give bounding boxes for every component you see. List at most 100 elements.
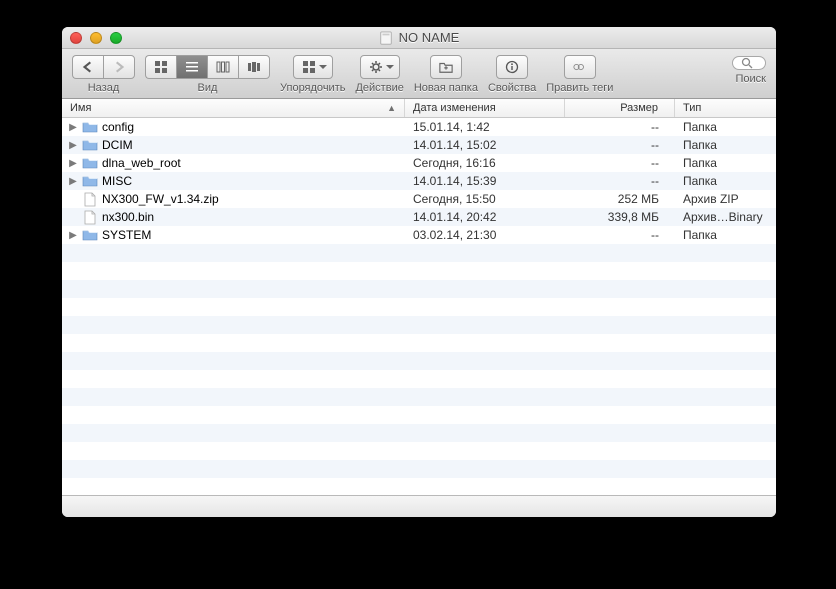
file-name: dlna_web_root — [102, 156, 181, 170]
file-size: -- — [565, 174, 675, 188]
edit-tags-button[interactable] — [564, 55, 596, 79]
disclosure-triangle-icon[interactable]: ▶ — [68, 140, 78, 151]
file-size: -- — [565, 120, 675, 134]
disclosure-triangle-icon[interactable]: ▶ — [68, 176, 78, 187]
table-row[interactable]: ▶config15.01.14, 1:42--Папка — [62, 118, 776, 136]
table-row — [62, 478, 776, 495]
gear-icon — [369, 60, 383, 74]
view-icons-button[interactable] — [145, 55, 176, 79]
table-row — [62, 352, 776, 370]
file-name: nx300.bin — [102, 210, 154, 224]
action-button[interactable] — [360, 55, 400, 79]
file-type: Папка — [675, 156, 776, 170]
table-row[interactable]: ▶dlna_web_rootСегодня, 16:16--Папка — [62, 154, 776, 172]
zoom-button[interactable] — [110, 32, 122, 44]
file-name: DCIM — [102, 138, 133, 152]
search-label: Поиск — [736, 73, 766, 85]
table-row — [62, 262, 776, 280]
minimize-button[interactable] — [90, 32, 102, 44]
file-date: 14.01.14, 20:42 — [405, 210, 565, 224]
arrange-button[interactable] — [293, 55, 333, 79]
file-list[interactable]: ▶config15.01.14, 1:42--Папка▶DCIM14.01.1… — [62, 118, 776, 495]
traffic-lights — [70, 32, 122, 44]
back-button[interactable] — [72, 55, 103, 79]
close-button[interactable] — [70, 32, 82, 44]
view-mode-segment — [145, 55, 270, 79]
file-type: Архив ZIP — [675, 192, 776, 206]
file-date: Сегодня, 15:50 — [405, 192, 565, 206]
status-bar — [62, 495, 776, 517]
view-columns-button[interactable] — [207, 55, 238, 79]
volume-icon — [379, 31, 393, 45]
folder-icon — [82, 155, 98, 171]
folder-icon — [82, 173, 98, 189]
column-headers: Имя▲ Дата изменения Размер Тип — [62, 99, 776, 118]
table-row[interactable]: ▶ SYSTEM 03.02.14, 21:30--Папка — [62, 226, 776, 244]
file-name: SYSTEM — [102, 228, 151, 242]
disclosure-triangle-icon[interactable]: ▶ — [68, 158, 78, 169]
disclosure-triangle-icon[interactable]: ▶ — [68, 230, 78, 241]
table-row — [62, 388, 776, 406]
action-label: Действие — [355, 82, 403, 94]
file-name: config — [102, 120, 134, 134]
titlebar[interactable]: NO NAME — [62, 27, 776, 49]
arrange-label: Упорядочить — [280, 82, 345, 94]
table-row — [62, 280, 776, 298]
forward-button[interactable] — [103, 55, 135, 79]
file-size: -- — [565, 138, 675, 152]
view-list-button[interactable] — [176, 55, 207, 79]
file-size: -- — [565, 156, 675, 170]
view-label: Вид — [198, 82, 218, 94]
search-icon — [741, 57, 753, 69]
search-field[interactable] — [732, 56, 766, 70]
table-row — [62, 244, 776, 262]
table-row[interactable]: ▶ DCIM 14.01.14, 15:02--Папка — [62, 136, 776, 154]
newfolder-label: Новая папка — [414, 82, 478, 94]
table-row[interactable]: nx300.bin 14.01.14, 20:42339,8 МБАрхив…Bi… — [62, 208, 776, 226]
folder-icon — [82, 119, 98, 135]
view-coverflow-button[interactable] — [238, 55, 270, 79]
table-row — [62, 334, 776, 352]
sort-indicator-icon: ▲ — [387, 103, 396, 113]
file-name: NX300_FW_v1.34.zip — [102, 192, 219, 206]
file-name: MISC — [102, 174, 132, 188]
table-row — [62, 370, 776, 388]
info-icon — [505, 60, 519, 74]
edittags-label: Править теги — [546, 82, 613, 94]
table-row[interactable]: ▶ MISC 14.01.14, 15:39--Папка — [62, 172, 776, 190]
properties-button[interactable] — [496, 55, 528, 79]
folder-icon — [82, 137, 98, 153]
column-date[interactable]: Дата изменения — [405, 99, 565, 117]
disclosure-triangle-icon[interactable]: ▶ — [68, 122, 78, 133]
folder-icon — [82, 227, 98, 243]
file-type: Папка — [675, 174, 776, 188]
table-row — [62, 298, 776, 316]
table-row[interactable]: NX300_FW_v1.34.zip Сегодня, 15:50252 МБАр… — [62, 190, 776, 208]
column-type[interactable]: Тип — [675, 99, 776, 117]
properties-label: Свойства — [488, 82, 536, 94]
file-type: Папка — [675, 138, 776, 152]
file-date: 14.01.14, 15:02 — [405, 138, 565, 152]
file-size: -- — [565, 228, 675, 242]
window-title: NO NAME — [62, 30, 776, 45]
finder-window: NO NAME Назад Вид Упорядочить — [62, 27, 776, 517]
table-row — [62, 424, 776, 442]
back-label: Назад — [88, 82, 120, 94]
file-size: 339,8 МБ — [565, 210, 675, 224]
column-name[interactable]: Имя▲ — [62, 99, 405, 117]
file-size: 252 МБ — [565, 192, 675, 206]
file-icon — [82, 191, 98, 207]
file-date: 14.01.14, 15:39 — [405, 174, 565, 188]
nav-back-forward — [72, 55, 135, 79]
new-folder-button[interactable] — [430, 55, 462, 79]
tag-icon — [573, 60, 587, 74]
file-icon — [82, 209, 98, 225]
folder-plus-icon — [439, 60, 453, 74]
table-row — [62, 460, 776, 478]
table-row — [62, 406, 776, 424]
file-date: 03.02.14, 21:30 — [405, 228, 565, 242]
column-size[interactable]: Размер — [565, 99, 675, 117]
table-row — [62, 316, 776, 334]
file-type: Архив…Binary — [675, 210, 776, 224]
file-type: Папка — [675, 228, 776, 242]
